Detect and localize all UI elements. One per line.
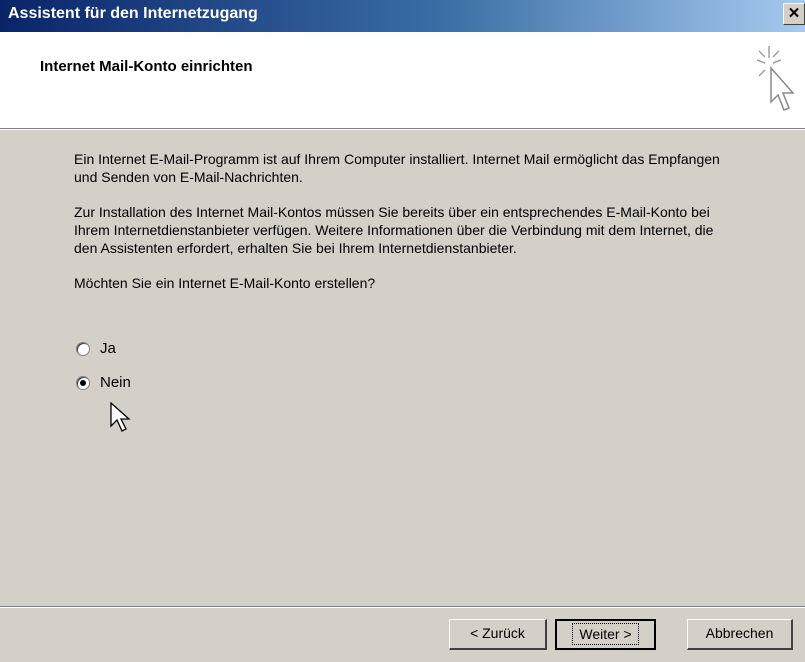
close-button[interactable]: ✕ xyxy=(783,3,805,25)
wizard-window: Assistent für den Internetzugang ✕ Inter… xyxy=(0,0,805,662)
option-ja[interactable]: Ja xyxy=(76,340,116,357)
intro-text: Ein Internet E-Mail-Programm ist auf Ihr… xyxy=(74,151,720,185)
option-nein-label: Nein xyxy=(100,374,131,391)
close-icon: ✕ xyxy=(787,5,801,22)
mouse-cursor-icon xyxy=(110,401,132,439)
wizard-header: Internet Mail-Konto einrichten xyxy=(0,32,805,129)
window-title: Assistent für den Internetzugang xyxy=(8,5,258,22)
radio-nein[interactable] xyxy=(76,375,90,390)
title-bar[interactable]: Assistent für den Internetzugang ✕ xyxy=(0,0,805,32)
next-button-label: Weiter > xyxy=(572,623,639,645)
wizard-cursor-icon xyxy=(755,46,797,123)
page-title: Internet Mail-Konto einrichten xyxy=(40,58,253,75)
requirement-text: Zur Installation des Internet Mail-Konto… xyxy=(74,204,714,256)
footer-divider-highlight xyxy=(0,607,805,608)
question-text: Möchten Sie ein Internet E-Mail-Konto er… xyxy=(74,275,376,291)
option-nein[interactable]: Nein xyxy=(76,374,131,391)
option-ja-label: Ja xyxy=(100,340,116,357)
cancel-button[interactable]: Abbrechen xyxy=(687,619,793,650)
next-button[interactable]: Weiter > xyxy=(555,619,656,650)
radio-ja[interactable] xyxy=(76,341,90,356)
back-button[interactable]: < Zurück xyxy=(449,619,547,650)
header-divider xyxy=(0,129,805,130)
content-area: Ein Internet E-Mail-Programm ist auf Ihr… xyxy=(74,150,734,309)
